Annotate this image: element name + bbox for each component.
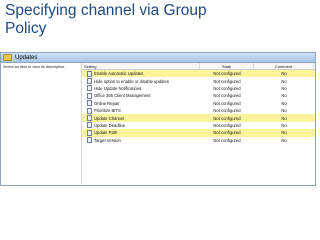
policy-row[interactable]: Update Deadline Not configured No: [82, 122, 315, 129]
policy-setting-icon: [87, 92, 92, 99]
policy-comment: No: [281, 130, 287, 136]
policy-row[interactable]: Update Channel Not configured No: [82, 114, 315, 122]
policy-setting-icon: [87, 70, 92, 77]
policy-row[interactable]: Prioritize BITS Not configured No: [82, 107, 315, 114]
policy-setting-label: Prioritize BITS: [94, 108, 121, 114]
column-headers: Setting State Comment: [82, 63, 315, 70]
policy-setting-icon: [87, 78, 92, 85]
policy-state: Not configured: [213, 100, 241, 106]
policy-row[interactable]: Enable Automatic Updates Not configured No: [82, 70, 315, 78]
policy-setting-icon: [87, 107, 92, 114]
policy-setting-label: Hide Update Notifications: [94, 85, 142, 91]
policy-setting: Target Version: [82, 137, 200, 144]
policy-setting: Hide option to enable or disable updates: [82, 78, 200, 85]
policy-comment: No: [281, 85, 287, 91]
policy-setting-label: Update Channel: [94, 115, 125, 121]
policy-state: Not configured: [213, 122, 241, 128]
folder-icon: [3, 54, 12, 61]
policy-state: Not configured: [213, 93, 241, 99]
policy-state: Not configured: [213, 85, 241, 91]
policy-comment: No: [281, 122, 287, 128]
policy-setting-label: Enable Automatic Updates: [94, 71, 144, 77]
policy-setting: Office 365 Client Management: [82, 92, 200, 99]
column-header-setting[interactable]: Setting: [82, 63, 200, 69]
policy-setting-icon: [87, 137, 92, 144]
policy-state: Not configured: [213, 71, 241, 77]
policy-state: Not configured: [213, 108, 241, 114]
policy-row[interactable]: Target Version Not configured No: [82, 137, 315, 144]
policy-setting-label: Online Repair: [94, 100, 120, 106]
description-prompt: Select an item to view its description.: [3, 65, 66, 69]
policy-comment: No: [281, 137, 287, 143]
policy-comment: No: [281, 108, 287, 114]
policy-comment: No: [281, 100, 287, 106]
policy-state: Not configured: [213, 137, 241, 143]
policy-state: Not configured: [213, 130, 241, 136]
policy-comment: No: [281, 71, 287, 77]
policy-setting: Update Channel: [82, 115, 200, 122]
folder-label: Updates: [15, 54, 38, 61]
policy-row[interactable]: Hide Update Notifications Not configured N…: [82, 85, 315, 92]
policy-setting-icon: [87, 100, 92, 107]
policy-setting-icon: [87, 129, 92, 136]
policy-setting: Hide Update Notifications: [82, 85, 200, 92]
policy-row[interactable]: Hide option to enable or disable updates…: [82, 77, 315, 85]
policy-setting-label: Hide option to enable or disable updates: [94, 78, 169, 84]
policy-state: Not configured: [213, 115, 241, 121]
slide-title: Specifying channel via Group Policy: [5, 2, 207, 37]
policy-setting: Enable Automatic Updates: [82, 70, 200, 77]
policy-row[interactable]: Office 365 Client Management Not configur…: [82, 92, 315, 99]
column-header-comment[interactable]: Comment: [254, 63, 314, 69]
policy-setting-label: Office 365 Client Management: [94, 93, 151, 99]
policy-setting-icon: [87, 85, 92, 92]
policy-setting: Update Path: [82, 129, 200, 136]
description-pane: Select an item to view its description.: [1, 63, 81, 185]
column-header-state[interactable]: State: [200, 63, 254, 69]
policy-setting: Online Repair: [82, 100, 200, 107]
policy-setting-label: Target Version: [94, 137, 121, 143]
policy-setting-label: Update Deadline: [94, 122, 126, 128]
policy-comment: No: [281, 115, 287, 121]
policy-setting: Prioritize BITS: [82, 107, 200, 114]
policy-row[interactable]: Update Path Not configured No: [82, 129, 315, 137]
group-policy-window: Updates Select an item to view its descr…: [0, 52, 316, 186]
policy-state: Not configured: [213, 78, 241, 84]
policy-comment: No: [281, 93, 287, 99]
policy-setting-icon: [87, 122, 92, 129]
policy-row[interactable]: Online Repair Not configured No: [82, 100, 315, 107]
folder-header: Updates: [1, 53, 315, 63]
policy-setting-icon: [87, 115, 92, 122]
settings-list: Setting State Comment Enable Automatic U…: [81, 63, 315, 184]
settings-rows: Enable Automatic Updates Not configured No…: [82, 70, 315, 144]
policy-setting-label: Update Path: [94, 130, 118, 136]
policy-setting: Update Deadline: [82, 122, 200, 129]
policy-comment: No: [281, 78, 287, 84]
